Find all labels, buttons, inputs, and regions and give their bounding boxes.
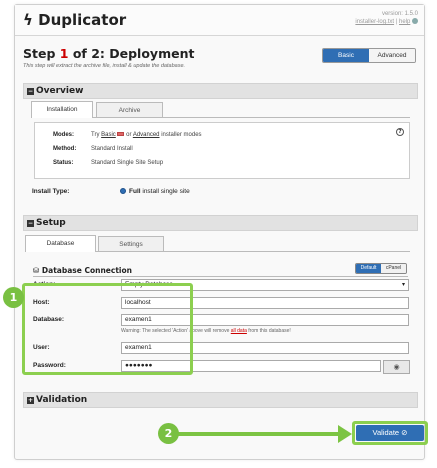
tab-database[interactable]: Database bbox=[25, 235, 96, 252]
database-icon: ⛁ bbox=[33, 266, 40, 275]
callout-badge-2: 2 bbox=[158, 423, 179, 444]
step-number: 1 bbox=[59, 46, 69, 61]
step-prefix: Step bbox=[23, 46, 56, 61]
chevron-down-icon: ▾ bbox=[401, 282, 405, 288]
default-db-button[interactable]: Default bbox=[356, 264, 381, 273]
eye-icon[interactable]: ◉ bbox=[383, 360, 410, 374]
cpanel-db-button[interactable]: cPanel bbox=[381, 264, 406, 273]
help-link[interactable]: help bbox=[399, 19, 410, 25]
modes-value: Try Basic or Advanced installer modes bbox=[91, 132, 202, 138]
app-title: ϟ Duplicator bbox=[23, 11, 126, 29]
installer-header: ϟ Duplicator version: 1.5.0 installer-lo… bbox=[15, 5, 424, 36]
install-type-label: Install Type: bbox=[32, 188, 70, 195]
basic-mode-badge-icon bbox=[117, 132, 125, 137]
status-value: Standard Single Site Setup bbox=[91, 160, 164, 166]
validation-section-header[interactable]: + Validation bbox=[23, 392, 418, 408]
validation-title: Validation bbox=[36, 395, 88, 405]
overview-info-box: ? Modes: Try Basic or Advanced installer… bbox=[34, 122, 410, 179]
setup-section-header[interactable]: − Setup bbox=[23, 215, 418, 231]
basic-mode-button[interactable]: Basic bbox=[323, 49, 369, 62]
page-title: Step 1 of 2: Deployment bbox=[23, 46, 194, 61]
version-text: version: 1.5.0 bbox=[381, 11, 418, 17]
modes-label: Modes: bbox=[53, 132, 74, 138]
tab-divider bbox=[96, 251, 410, 252]
db-divider bbox=[33, 276, 408, 277]
setup-title: Setup bbox=[36, 218, 66, 228]
installer-log-link[interactable]: installer-log.txt bbox=[355, 19, 394, 25]
callout-arrow-line bbox=[177, 432, 344, 436]
question-circle-icon[interactable]: ? bbox=[396, 128, 404, 136]
expand-square-icon: + bbox=[27, 397, 34, 404]
db-connection-title: ⛁ Database Connection bbox=[33, 266, 132, 275]
overview-section-header[interactable]: − Overview bbox=[23, 83, 418, 99]
install-type-full-radio[interactable]: Full install single site bbox=[120, 188, 190, 195]
step-suffix: of 2: Deployment bbox=[72, 46, 195, 61]
callout-arrow-head bbox=[338, 425, 352, 443]
callout-badge-1: 1 bbox=[3, 287, 24, 308]
tab-settings[interactable]: Settings bbox=[98, 236, 164, 252]
installer-panel: ϟ Duplicator version: 1.5.0 installer-lo… bbox=[14, 4, 425, 460]
collapse-square-icon: − bbox=[27, 220, 34, 227]
tab-installation[interactable]: Installation bbox=[31, 101, 93, 118]
warning-highlight: all data bbox=[230, 328, 247, 334]
method-label: Method: bbox=[53, 146, 77, 152]
fields-highlight bbox=[22, 283, 193, 375]
tab-archive[interactable]: Archive bbox=[96, 102, 163, 118]
step-subtitle: This step will extract the archive file,… bbox=[23, 63, 186, 69]
collapse-square-icon: − bbox=[27, 88, 34, 95]
overview-title: Overview bbox=[36, 86, 84, 96]
version-info: version: 1.5.0 installer-log.txt | help bbox=[355, 10, 418, 26]
modes-or: or bbox=[126, 132, 132, 138]
basic-mode-link[interactable]: Basic bbox=[101, 132, 116, 138]
warning-after: from this database! bbox=[248, 328, 291, 334]
advanced-mode-link[interactable]: Advanced bbox=[133, 132, 160, 138]
db-connection-text: Database Connection bbox=[41, 266, 132, 275]
install-type-text: install single site bbox=[142, 188, 190, 195]
link-separator: | bbox=[395, 19, 398, 25]
method-value: Standard Install bbox=[91, 146, 133, 152]
help-icon[interactable] bbox=[412, 18, 418, 25]
validate-button[interactable]: Validate ⊘ bbox=[356, 425, 424, 441]
status-label: Status: bbox=[53, 160, 74, 166]
bolt-icon: ϟ bbox=[23, 11, 33, 29]
app-title-text: Duplicator bbox=[38, 11, 127, 29]
advanced-mode-button[interactable]: Advanced bbox=[369, 49, 415, 62]
db-mode-toggle: Default cPanel bbox=[355, 263, 407, 274]
radio-selected-icon[interactable] bbox=[120, 188, 126, 195]
mode-toggle: Basic Advanced bbox=[322, 48, 416, 63]
modes-rest: installer modes bbox=[161, 132, 202, 138]
tab-divider bbox=[93, 117, 410, 118]
modes-try: Try bbox=[91, 132, 100, 138]
install-type-bold: Full bbox=[129, 188, 141, 195]
